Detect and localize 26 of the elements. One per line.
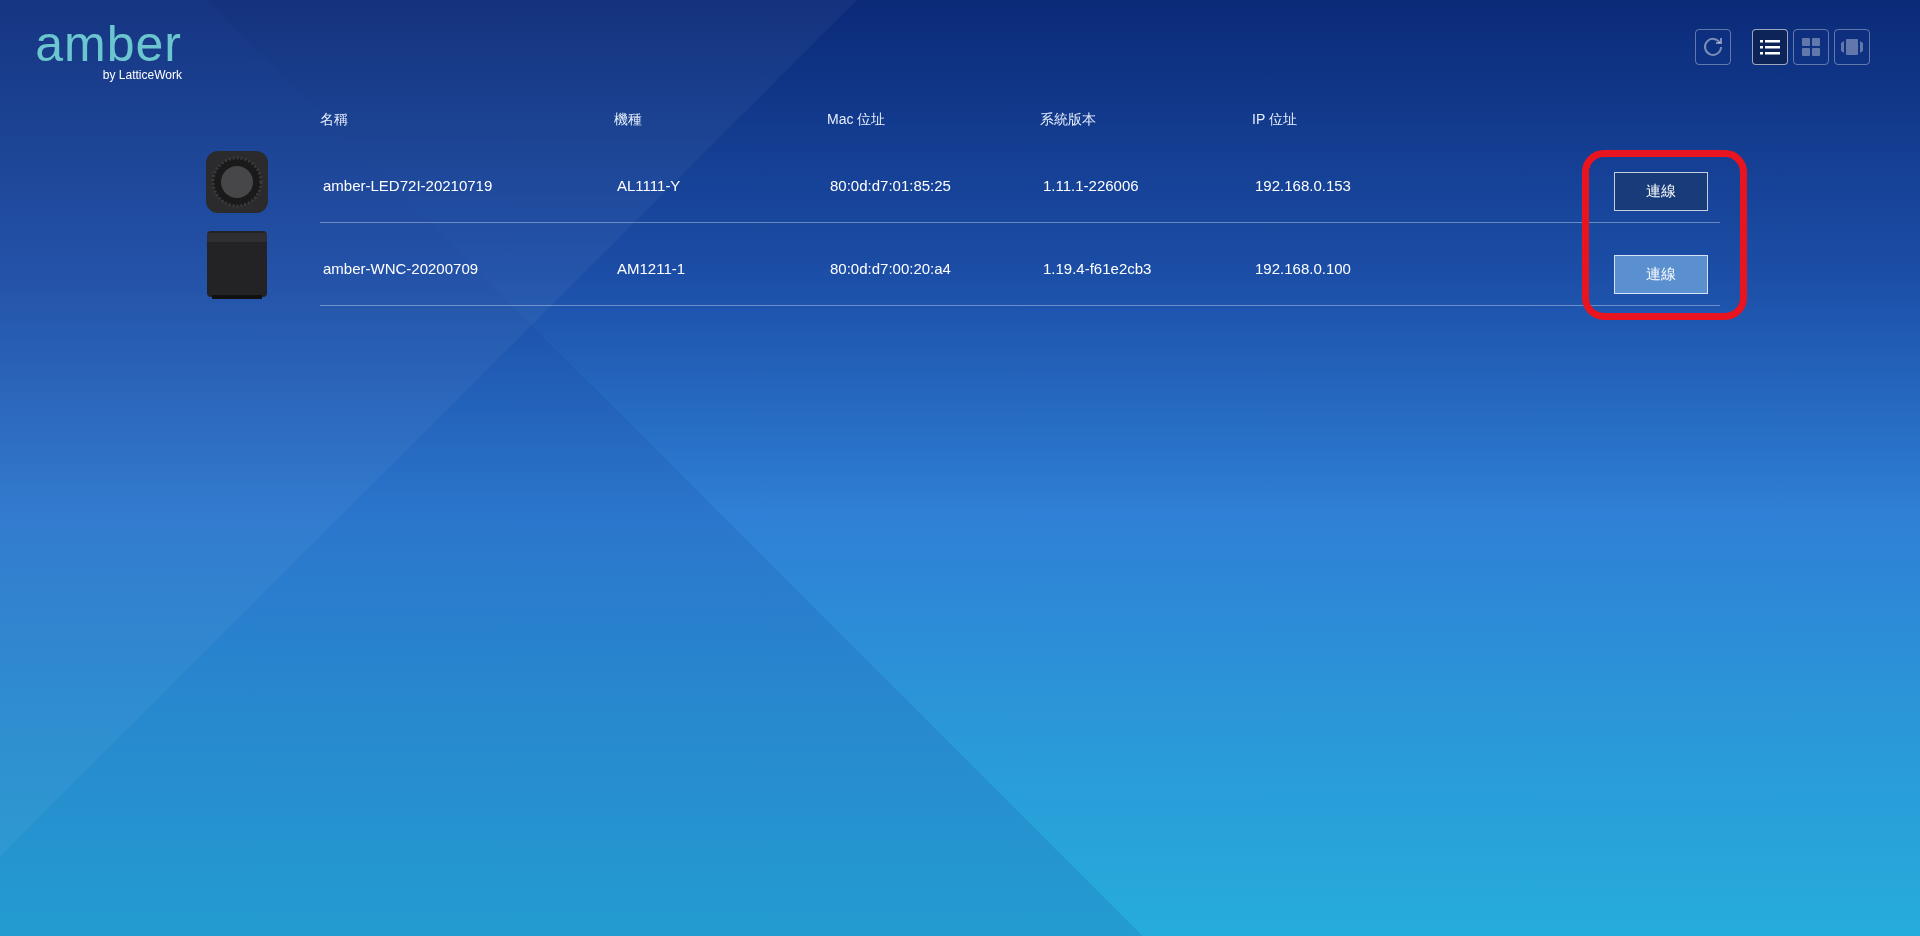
table-cell-text: 192.168.0.100: [1254, 258, 1351, 277]
table-cell-text: 80:0d:d7:00:20:a4: [829, 258, 951, 277]
device-drawing: [206, 230, 268, 299]
view-toggle[interactable]: [1752, 29, 1788, 65]
logo-wordmark: amber: [35, 22, 182, 66]
table-cell-text: amber-WNC-20200709: [322, 258, 479, 277]
column-header: IP 位址: [1252, 110, 1298, 129]
column-header: 系統版本: [1040, 110, 1097, 129]
column-header: 機種: [614, 110, 643, 129]
table-cell-text: AM1211-1: [616, 258, 686, 277]
refresh-icon: [1701, 35, 1725, 59]
table-cell-text: 1.19.4-f61e2cb3: [1042, 258, 1152, 277]
view-toggle[interactable]: [1793, 29, 1829, 65]
refresh-button[interactable]: [1695, 29, 1731, 65]
grid-view-icon: [1799, 35, 1823, 59]
column-header: Mac 位址: [827, 110, 887, 129]
column-header: 名稱: [320, 110, 349, 129]
table-cell-text: 80:0d:d7:01:85:25: [829, 175, 951, 194]
logo-tagline: by LatticeWork: [102, 68, 182, 82]
table-cell-text: 1.11.1-226006: [1042, 175, 1139, 194]
view-toggle[interactable]: [1834, 29, 1870, 65]
table-cell-text: 192.168.0.153: [1254, 175, 1351, 194]
connect-button[interactable]: 連線: [1614, 171, 1708, 211]
table-cell-text: AL1111-Y: [616, 175, 681, 194]
table-cell-text: amber-LED72I-20210719: [322, 175, 493, 194]
device-drawing: [206, 150, 268, 213]
